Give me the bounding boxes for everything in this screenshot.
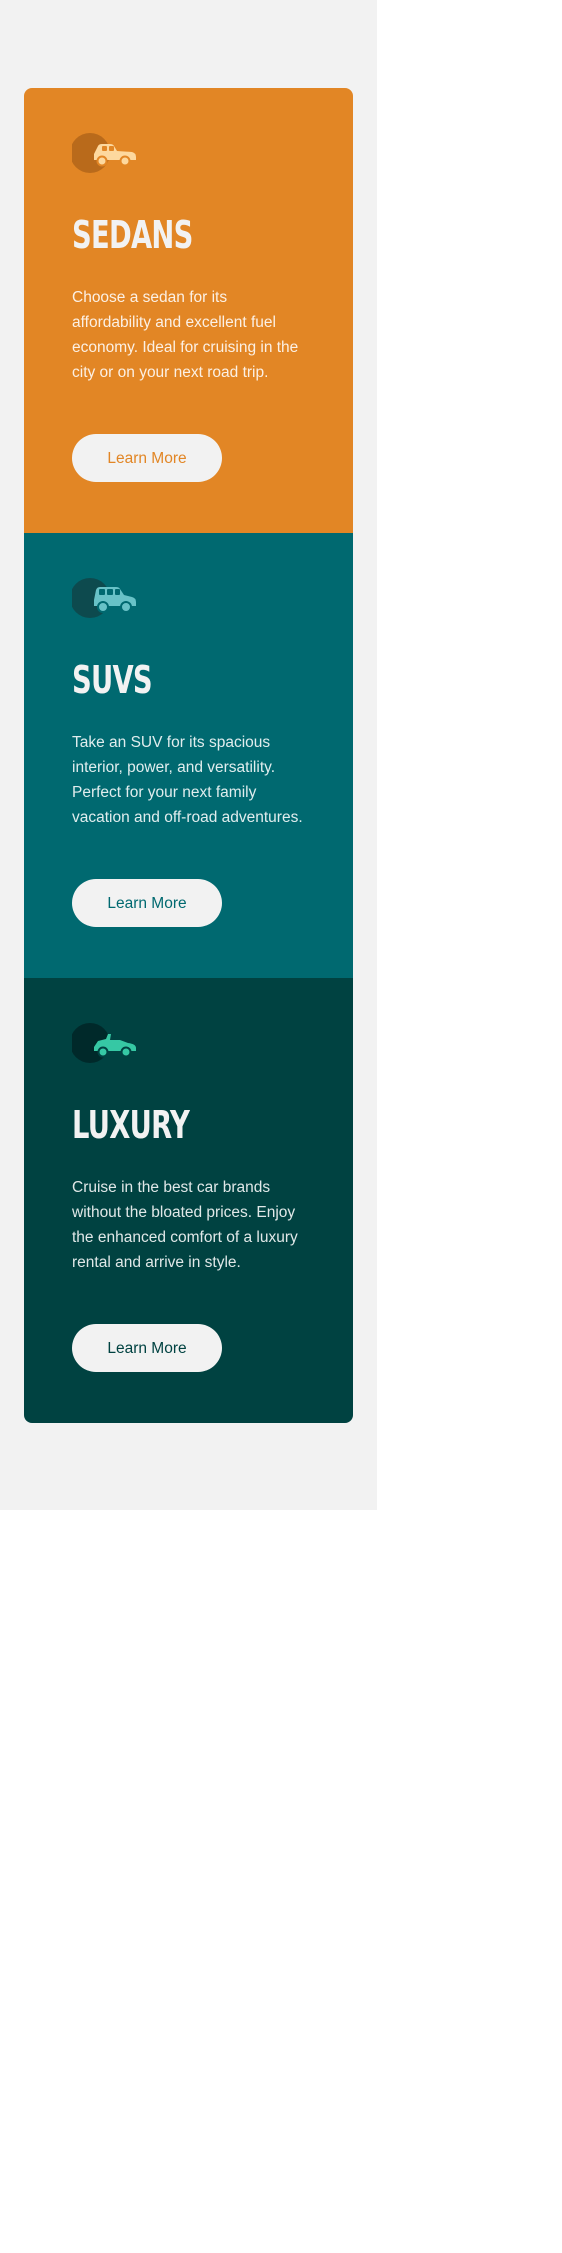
card-description: Choose a sedan for its affordability and…	[72, 289, 299, 381]
card-title: LUXURY	[72, 1103, 190, 1147]
suv-car-icon	[72, 578, 136, 618]
card-title: SEDANS	[72, 213, 193, 257]
learn-more-button[interactable]: Learn More	[72, 879, 222, 927]
card-suvs: SUVS Take an SUV for its spacious interi…	[24, 533, 353, 978]
card-description: Take an SUV for its spacious interior, p…	[72, 734, 303, 826]
card-group: SEDANS Choose a sedan for its affordabil…	[24, 88, 353, 1423]
card-description: Cruise in the best car brands without th…	[72, 1179, 298, 1271]
page-background: SEDANS Choose a sedan for its affordabil…	[0, 0, 377, 1510]
card-sedans: SEDANS Choose a sedan for its affordabil…	[24, 88, 353, 533]
learn-more-button[interactable]: Learn More	[72, 434, 222, 482]
card-luxury: LUXURY Cruise in the best car brands wit…	[24, 978, 353, 1423]
learn-more-button[interactable]: Learn More	[72, 1324, 222, 1372]
card-title: SUVS	[72, 658, 153, 702]
sedan-car-icon	[72, 133, 136, 173]
luxury-car-icon	[72, 1023, 136, 1063]
